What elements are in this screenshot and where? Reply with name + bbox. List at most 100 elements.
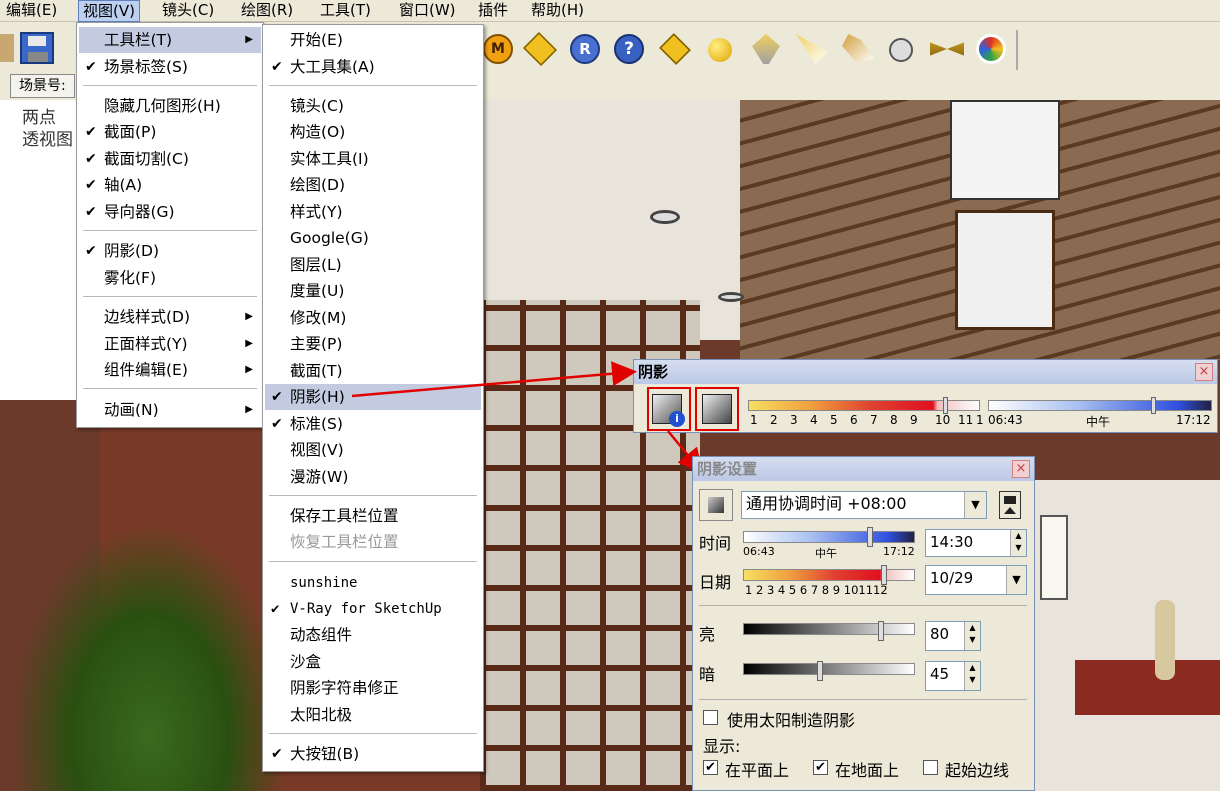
menu-window[interactable]: 窗口(W) xyxy=(395,0,460,22)
menu-separator xyxy=(83,388,257,389)
view-menu-scene-tabs[interactable]: ✔ 场景标签(S) xyxy=(79,54,261,80)
dark-slider[interactable] xyxy=(743,663,915,675)
month-ticks: 1 2 3 4 5 6 7 8 9 10 11 1 xyxy=(748,413,988,429)
menu-help[interactable]: 帮助(H) xyxy=(527,0,588,22)
close-icon[interactable]: × xyxy=(1195,363,1213,381)
toolbar-item-principal[interactable]: 主要(P) xyxy=(265,331,481,357)
menu-view[interactable]: 视图(V) xyxy=(78,0,140,22)
toolbar-item-large-buttons[interactable]: ✔ 大按钮(B) xyxy=(265,741,481,767)
dark-spinner[interactable]: ▲ ▼ xyxy=(964,662,980,690)
m-icon[interactable]: M xyxy=(483,34,513,64)
date-slider[interactable] xyxy=(743,569,915,581)
menu-plugins[interactable]: 插件 xyxy=(474,0,512,22)
r-icon[interactable]: R xyxy=(570,34,600,64)
month-tick: 5 xyxy=(830,413,838,427)
light-slider-thumb[interactable] xyxy=(877,621,884,641)
view-menu-edge-style[interactable]: 边线样式(D) ▶ xyxy=(79,304,261,330)
light-input[interactable]: 80 ▲ ▼ xyxy=(925,621,981,651)
time-slider-thumb[interactable] xyxy=(867,527,873,547)
menu-tools[interactable]: 工具(T) xyxy=(316,0,375,22)
time-spinner[interactable]: ▲ ▼ xyxy=(1010,530,1026,556)
toolbar-item-construction[interactable]: 构造(O) xyxy=(265,119,481,145)
calendar-dropdown-icon[interactable]: ▼ xyxy=(1006,566,1026,594)
toolbar-item-sandbox[interactable]: 沙盒 xyxy=(265,649,481,675)
close-icon[interactable]: × xyxy=(1012,460,1030,478)
scene-tab[interactable]: 场景号: xyxy=(10,74,75,98)
date-slider-thumb[interactable] xyxy=(881,565,887,585)
light-slider[interactable] xyxy=(743,623,915,635)
plane-icon[interactable] xyxy=(930,42,964,56)
timezone-select[interactable]: 通用协调时间 +08:00 ▼ xyxy=(741,491,987,519)
toolbar-item-sections[interactable]: 截面(T) xyxy=(265,358,481,384)
toolbar-item-solid-tools[interactable]: 实体工具(I) xyxy=(265,146,481,172)
save-icon[interactable] xyxy=(20,32,54,64)
toolbar-item-shadow-string-fix[interactable]: 阴影字符串修正 xyxy=(265,675,481,701)
view-menu-axes[interactable]: ✔ 轴(A) xyxy=(79,172,261,198)
help-icon[interactable]: ? xyxy=(614,34,644,64)
toolbar-item-save-positions[interactable]: 保存工具栏位置 xyxy=(265,503,481,529)
shadow-toggle-button[interactable] xyxy=(699,489,733,521)
light-spinner[interactable]: ▲ ▼ xyxy=(964,622,980,650)
toolbar-item-vray[interactable]: ✔ V-Ray for SketchUp xyxy=(265,596,481,622)
tag-icon[interactable] xyxy=(523,32,557,66)
view-menu-guides[interactable]: ✔ 导向器(G) xyxy=(79,199,261,225)
use-sun-checkbox[interactable] xyxy=(703,710,718,725)
toolbar-item-camera[interactable]: 镜头(C) xyxy=(265,93,481,119)
open-icon[interactable] xyxy=(0,34,14,62)
toolbar-item-sunshine[interactable]: sunshine xyxy=(265,570,481,596)
view-menu-component-edit[interactable]: 组件编辑(E) ▶ xyxy=(79,357,261,383)
date-ticks: 1 2 3 4 5 6 7 8 9 101112 xyxy=(745,583,888,597)
label-icon[interactable] xyxy=(659,33,691,65)
view-menu-hidden-geometry[interactable]: 隐藏几何图形(H) xyxy=(79,93,261,119)
from-edges-checkbox[interactable] xyxy=(923,760,938,775)
menu-separator xyxy=(83,230,257,231)
time-slider-thumb[interactable] xyxy=(1151,397,1156,414)
view-menu-fog[interactable]: 雾化(F) xyxy=(79,265,261,291)
spotlight-icon[interactable] xyxy=(796,34,828,64)
toolbar-item-solar-north[interactable]: 太阳北极 xyxy=(265,702,481,728)
menu-draw[interactable]: 绘图(R) xyxy=(237,0,297,22)
view-menu-shadows[interactable]: ✔ 阴影(D) xyxy=(79,238,261,264)
time-input[interactable]: 14:30 ▲ ▼ xyxy=(925,529,1027,557)
toolbar-item-standard[interactable]: ✔ 标准(S) xyxy=(265,411,481,437)
on-ground-checkbox[interactable]: ✔ xyxy=(813,760,828,775)
sphere-icon[interactable] xyxy=(889,38,913,62)
toolbar-item-walkthrough[interactable]: 漫游(W) xyxy=(265,464,481,490)
view-menu-toolbars[interactable]: 工具栏(T) ▶ xyxy=(79,27,261,53)
chevron-down-icon[interactable]: ▼ xyxy=(964,492,986,518)
toolbar-item-views[interactable]: 视图(V) xyxy=(265,437,481,463)
time-slider[interactable] xyxy=(743,531,915,543)
on-faces-checkbox[interactable]: ✔ xyxy=(703,760,718,775)
toolbar-item-large-toolset[interactable]: ✔ 大工具集(A) xyxy=(265,54,481,80)
toolbar-item-getting-started[interactable]: 开始(E) xyxy=(265,27,481,53)
dark-input[interactable]: 45 ▲ ▼ xyxy=(925,661,981,691)
collapse-icon[interactable] xyxy=(999,491,1021,519)
view-menu-animation[interactable]: 动画(N) ▶ xyxy=(79,397,261,423)
annotation-box xyxy=(647,387,691,431)
toolbar-item-shadows[interactable]: ✔ 阴影(H) xyxy=(265,384,481,410)
light-icon[interactable] xyxy=(752,34,780,64)
view-menu-section-cuts[interactable]: ✔ 截面切割(C) xyxy=(79,146,261,172)
toolbar-item-edit[interactable]: 修改(M) xyxy=(265,305,481,331)
month-tick: 6 xyxy=(850,413,858,427)
dark-slider-thumb[interactable] xyxy=(817,661,824,681)
sun-icon[interactable] xyxy=(708,38,732,62)
annotation-box xyxy=(695,387,739,431)
toolbar-item-google[interactable]: Google(G) xyxy=(265,225,481,251)
vray-logo-icon[interactable] xyxy=(976,34,1006,64)
toolbar-item-layers[interactable]: 图层(L) xyxy=(265,252,481,278)
time-slider[interactable] xyxy=(988,400,1212,411)
toolbar-item-drawing[interactable]: 绘图(D) xyxy=(265,172,481,198)
menu-edit[interactable]: 编辑(E) xyxy=(2,0,61,22)
toolbar-item-dynamic-components[interactable]: 动态组件 xyxy=(265,622,481,648)
date-slider-thumb[interactable] xyxy=(943,397,948,414)
date-input[interactable]: 10/29 ▼ xyxy=(925,565,1027,595)
menu-camera[interactable]: 镜头(C) xyxy=(158,0,218,22)
view-menu-section-planes[interactable]: ✔ 截面(P) xyxy=(79,119,261,145)
view-menu-face-style[interactable]: 正面样式(Y) ▶ xyxy=(79,331,261,357)
menu-separator xyxy=(83,85,257,86)
toolbar-item-measurements[interactable]: 度量(U) xyxy=(265,278,481,304)
month-tick: 2 xyxy=(770,413,778,427)
toolbar-item-styles[interactable]: 样式(Y) xyxy=(265,199,481,225)
omni-light-icon[interactable] xyxy=(842,34,874,64)
